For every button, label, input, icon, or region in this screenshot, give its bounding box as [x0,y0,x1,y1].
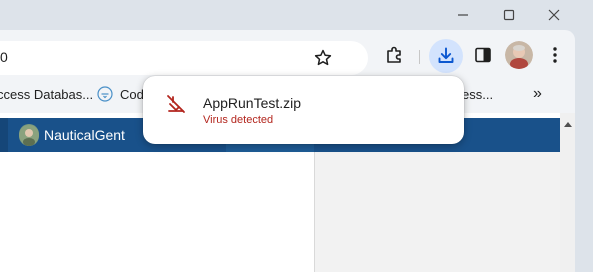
scroll-up-arrow-icon[interactable] [564,122,572,127]
close-icon [548,9,559,21]
bookmark-star-icon[interactable] [313,48,333,68]
window-titlebar [0,0,593,30]
browser-menu-button[interactable] [541,41,569,69]
download-bubble[interactable]: AppRunTest.zip Virus detected [143,76,464,144]
kebab-menu-icon [553,47,557,63]
site-logo-icon [19,124,39,146]
puzzle-icon [387,46,401,63]
site-name[interactable]: NauticalGent [44,127,125,143]
extensions-button[interactable] [380,41,408,69]
bookmark-item[interactable]: Cod [120,87,144,102]
minimize-icon [457,14,468,16]
close-window-button[interactable] [531,0,576,30]
side-panel-icon [475,47,491,63]
page-scrollbar[interactable] [560,113,575,272]
maximize-icon [503,9,514,21]
download-status: Virus detected [203,114,274,126]
download-filename: AppRunTest.zip [203,95,302,111]
file-warning-icon [167,95,185,113]
download-icon [438,47,454,63]
bookmark-item[interactable]: ccess Databas... [0,87,93,102]
bookmarks-overflow-icon[interactable]: » [533,85,542,103]
avatar-icon [505,41,533,69]
address-text: 0 [0,49,8,65]
address-bar[interactable]: 0 [0,41,368,75]
side-panel-button[interactable] [469,41,497,69]
logo-art [19,125,39,146]
window-edge [575,30,593,272]
browser-toolbar: 0 [0,30,575,76]
toolbar-separator [419,50,420,64]
profile-avatar[interactable] [505,41,533,69]
bookmark-item[interactable]: ess... [462,87,493,102]
downloads-button[interactable] [429,39,463,73]
site-header-edge [0,118,8,152]
bookmark-favicon-icon [97,86,113,102]
side-content-panel [314,152,560,272]
minimize-button[interactable] [440,0,485,30]
maximize-button[interactable] [486,0,531,30]
